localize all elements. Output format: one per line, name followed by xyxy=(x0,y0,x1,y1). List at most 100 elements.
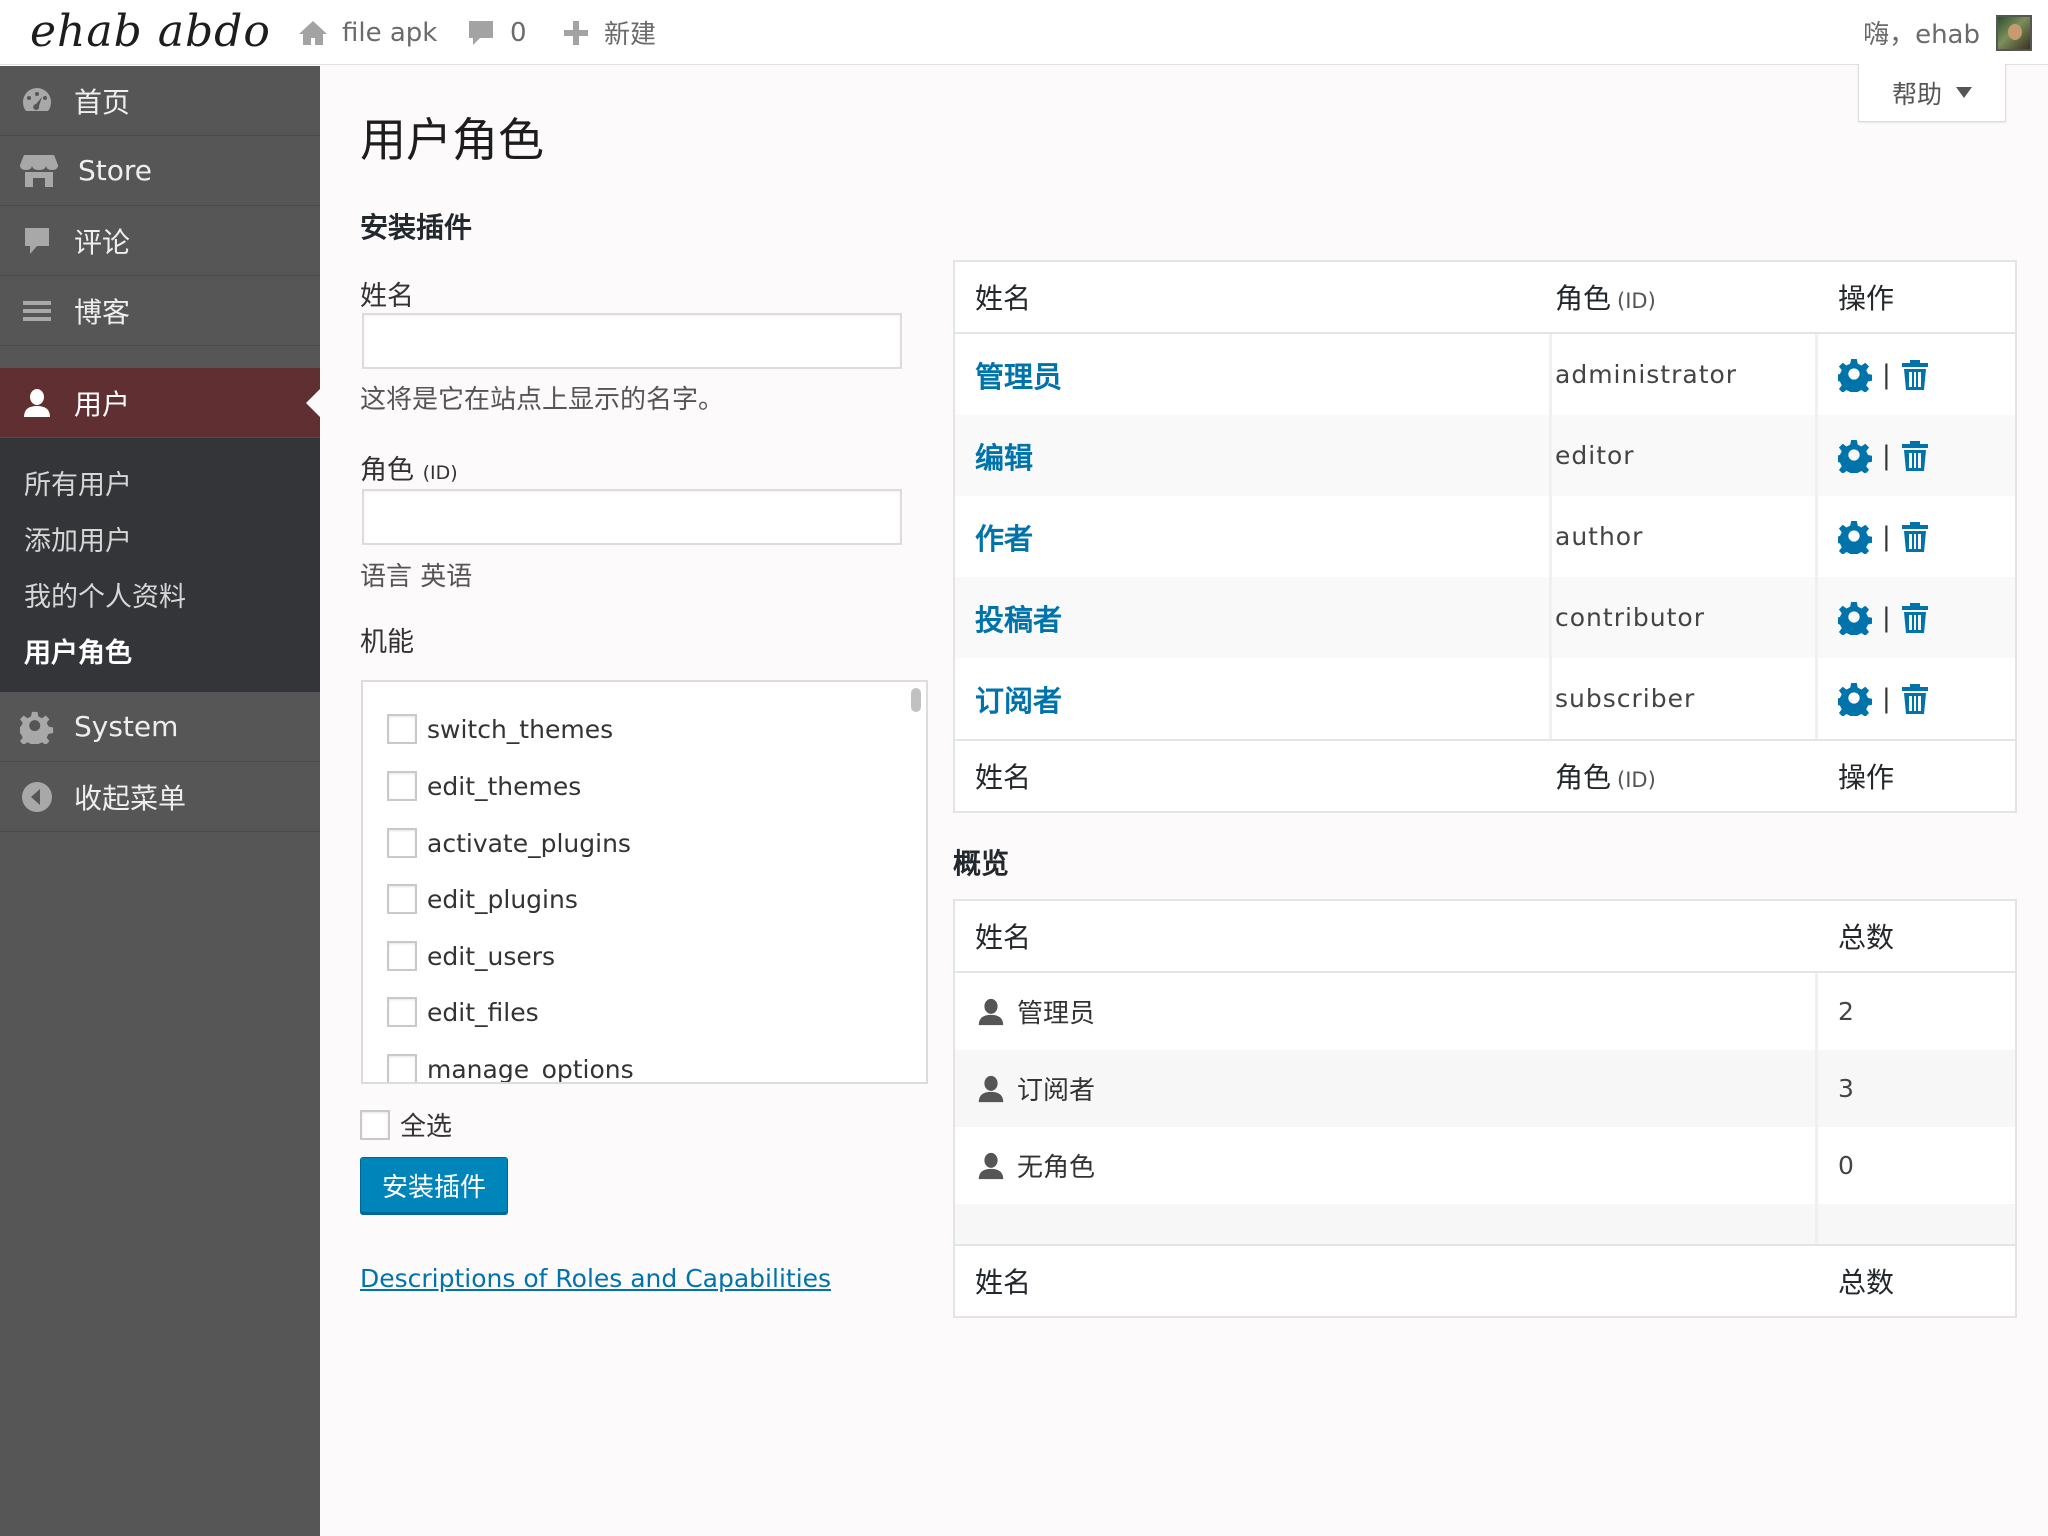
capability-option[interactable]: edit_themes xyxy=(387,771,581,801)
capability-label: edit_themes xyxy=(427,771,582,801)
column-footer-total: 总数 xyxy=(1838,1266,1895,1299)
role-name-link[interactable]: 作者 xyxy=(975,516,1033,558)
capability-checkbox[interactable] xyxy=(387,997,417,1027)
capability-option[interactable]: edit_files xyxy=(387,997,539,1027)
dashboard-icon xyxy=(22,87,52,111)
gear-icon[interactable] xyxy=(1838,682,1872,716)
submenu-user-roles[interactable]: 用户角色 xyxy=(0,622,320,678)
site-logo[interactable]: ehab abdo xyxy=(30,6,271,57)
capability-option[interactable]: manage_options xyxy=(387,1054,634,1082)
capability-option[interactable]: switch_themes xyxy=(387,714,613,744)
comments-link[interactable]: 0 xyxy=(466,0,527,65)
sidebar-item-comments[interactable]: 评论 xyxy=(0,206,320,276)
role-label-text: 角色 xyxy=(360,455,414,486)
overview-role-name: 订阅者 xyxy=(1017,1076,1096,1106)
scrollbar-thumb[interactable] xyxy=(911,688,921,712)
comment-icon xyxy=(25,227,49,254)
capabilities-list[interactable]: switch_themes edit_themes activate_plugi… xyxy=(361,680,928,1084)
column-divider xyxy=(1549,415,1552,496)
submenu-all-users[interactable]: 所有用户 xyxy=(0,454,320,510)
sidebar-item-blog[interactable]: 博客 xyxy=(0,276,320,346)
admin-bar: ehab abdo file apk 0 新建 嗨，ehab xyxy=(0,0,2048,65)
trash-icon[interactable] xyxy=(1901,521,1929,553)
submenu-add-user[interactable]: 添加用户 xyxy=(0,510,320,566)
gear-icon[interactable] xyxy=(1838,358,1872,392)
column-divider xyxy=(1815,1050,1818,1127)
capability-label: edit_plugins xyxy=(427,884,578,914)
capability-checkbox[interactable] xyxy=(387,1054,417,1082)
form-section-title: 安装插件 xyxy=(360,211,473,244)
column-header-role-suffix: (ID) xyxy=(1617,289,1656,313)
capability-option[interactable]: edit_users xyxy=(387,941,555,971)
overview-count: 2 xyxy=(1838,997,1854,1026)
column-footer-role[interactable]: 角色 (ID) xyxy=(1555,756,1656,796)
store-icon xyxy=(20,154,58,187)
column-footer-role-suffix: (ID) xyxy=(1617,768,1656,792)
capability-option[interactable]: activate_plugins xyxy=(387,828,631,858)
collapse-menu-button[interactable]: 收起菜单 xyxy=(0,762,320,832)
capability-label: edit_files xyxy=(427,997,539,1027)
role-label: 角色 (ID) xyxy=(360,448,458,487)
new-content-link[interactable]: 新建 xyxy=(562,0,656,65)
sidebar-item-store[interactable]: Store xyxy=(0,136,320,206)
submit-button[interactable]: 安装插件 xyxy=(360,1157,508,1213)
sidebar-item-dashboard[interactable]: 首页 xyxy=(0,66,320,136)
role-name-link[interactable]: 管理员 xyxy=(975,354,1062,396)
comment-icon xyxy=(469,20,493,45)
overview-title: 概览 xyxy=(953,847,1010,880)
overview-role: 订阅者 xyxy=(975,1070,1095,1107)
user-icon xyxy=(978,1152,1004,1179)
trash-icon[interactable] xyxy=(1901,602,1929,634)
submenu-profile[interactable]: 我的个人资料 xyxy=(0,566,320,622)
sidebar-item-label: Store xyxy=(78,154,153,187)
site-name: file apk xyxy=(342,17,438,48)
select-all-label: 全选 xyxy=(400,1112,453,1142)
row-actions: | xyxy=(1838,601,1929,635)
user-account-menu[interactable]: 嗨，ehab xyxy=(1863,0,2032,65)
column-header-name[interactable]: 姓名 xyxy=(975,277,1031,317)
role-name-link[interactable]: 投稿者 xyxy=(975,597,1062,639)
sidebar-item-users[interactable]: 用户 xyxy=(0,368,320,438)
capability-checkbox[interactable] xyxy=(387,714,417,744)
capability-label: edit_users xyxy=(427,941,556,971)
table-body: 管理员 administrator | 编辑 editor | 作者 autho… xyxy=(955,334,2015,739)
user-icon xyxy=(24,388,50,417)
capability-checkbox[interactable] xyxy=(387,941,417,971)
capability-checkbox[interactable] xyxy=(387,828,417,858)
select-all-option[interactable]: 全选 xyxy=(360,1106,452,1143)
table-header: 姓名 角色 (ID) 操作 xyxy=(955,262,2015,334)
name-input[interactable] xyxy=(362,313,902,369)
trash-icon[interactable] xyxy=(1901,683,1929,715)
capability-option[interactable]: edit_plugins xyxy=(387,884,578,914)
menu-lines-icon xyxy=(23,300,51,321)
column-header-role[interactable]: 角色 (ID) xyxy=(1555,277,1656,317)
user-icon xyxy=(978,1075,1004,1102)
sidebar-item-label: 首页 xyxy=(74,85,131,119)
table-row: 作者 author | xyxy=(955,496,2015,577)
capability-checkbox[interactable] xyxy=(387,884,417,914)
table-footer: 姓名 总数 xyxy=(955,1244,2015,1316)
trash-icon[interactable] xyxy=(1901,440,1929,472)
column-divider xyxy=(1549,496,1552,577)
column-header-total: 总数 xyxy=(1838,921,1895,954)
role-name-link[interactable]: 订阅者 xyxy=(975,678,1062,720)
gear-icon[interactable] xyxy=(1838,601,1872,635)
trash-icon[interactable] xyxy=(1901,359,1929,391)
sidebar-item-system[interactable]: System xyxy=(0,692,320,762)
capabilities-label: 机能 xyxy=(360,627,414,658)
comments-count: 0 xyxy=(510,17,527,48)
column-footer-name[interactable]: 姓名 xyxy=(975,756,1031,796)
help-tab-button[interactable]: 帮助 xyxy=(1858,64,2006,122)
site-home-link[interactable]: file apk xyxy=(298,0,437,65)
select-all-checkbox[interactable] xyxy=(360,1109,390,1140)
column-divider xyxy=(1815,334,1818,415)
gear-icon[interactable] xyxy=(1838,439,1872,473)
gear-icon[interactable] xyxy=(1838,520,1872,554)
role-name-link[interactable]: 编辑 xyxy=(975,435,1033,477)
table-row: 无角色 0 xyxy=(955,1127,2015,1204)
home-icon xyxy=(299,20,327,45)
role-id-input[interactable] xyxy=(362,489,902,545)
action-separator: | xyxy=(1882,440,1891,471)
capability-checkbox[interactable] xyxy=(387,771,417,801)
roles-description-link[interactable]: Descriptions of Roles and Capabilities xyxy=(360,1264,831,1293)
